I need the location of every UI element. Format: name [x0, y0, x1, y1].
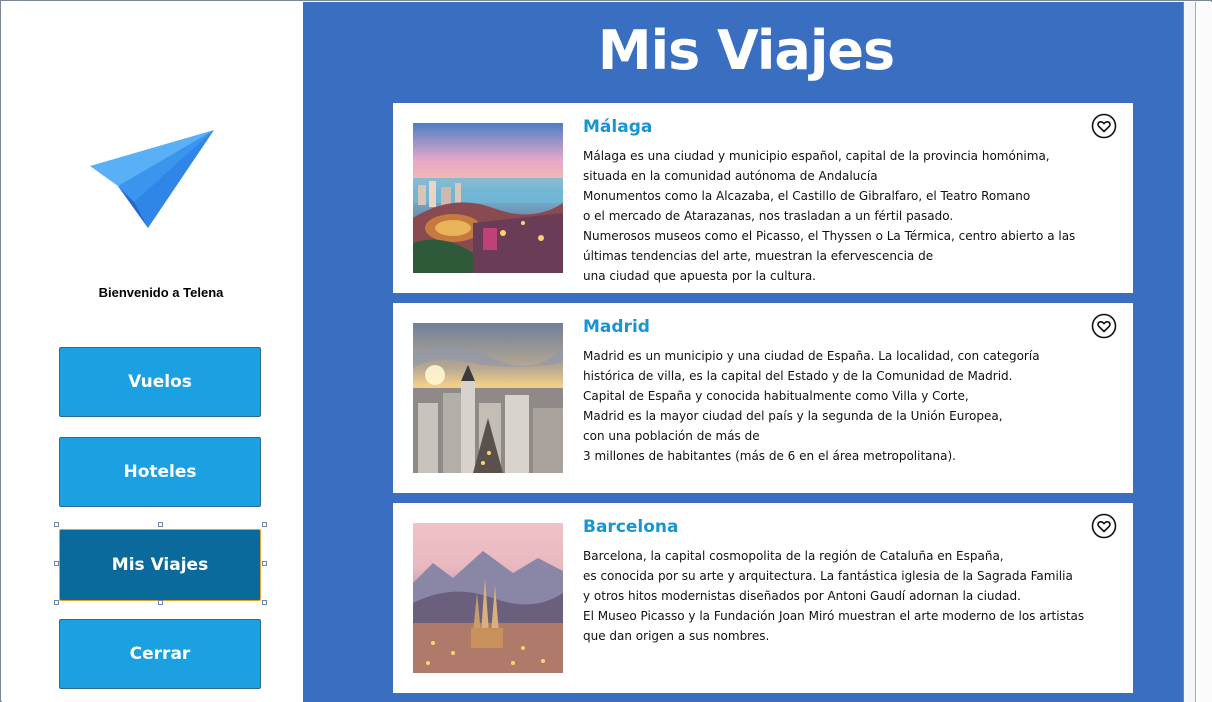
- window-gap: [1183, 2, 1195, 702]
- selection-handle[interactable]: [158, 600, 163, 605]
- description-line: es conocida por su arte y arquitectura. …: [583, 569, 1073, 583]
- cerrar-button[interactable]: Cerrar: [59, 619, 261, 689]
- selection-handle[interactable]: [262, 561, 267, 566]
- hoteles-button[interactable]: Hoteles: [59, 437, 261, 507]
- mis-viajes-button[interactable]: Mis Viajes: [59, 529, 261, 601]
- description-line: Madrid es la mayor ciudad del país y la …: [583, 409, 1003, 423]
- selection-handle[interactable]: [262, 600, 267, 605]
- vuelos-button[interactable]: Vuelos: [59, 347, 261, 417]
- description-line: Málaga es una ciudad y municipio español…: [583, 149, 1050, 163]
- card-title: Málaga: [583, 117, 653, 137]
- madrid-image: [413, 323, 563, 473]
- selection-handle[interactable]: [262, 522, 267, 527]
- heart-icon[interactable]: [1091, 513, 1117, 539]
- description-line: con una población de más de: [583, 429, 760, 443]
- description-line: Capital de España y conocida habitualmen…: [583, 389, 969, 403]
- description-line: 3 millones de habitantes (más de 6 en el…: [583, 449, 956, 463]
- card-description: Barcelona, la capital cosmopolita de la …: [583, 546, 1113, 646]
- card-description: Madrid es un municipio y una ciudad de E…: [583, 346, 1113, 466]
- description-line: últimas tendencias del arte, muestran la…: [583, 249, 934, 263]
- trip-card-malaga: Málaga Málaga es una ciudad y municipio …: [393, 103, 1133, 293]
- description-line: Numerosos museos como el Picasso, el Thy…: [583, 229, 1076, 243]
- trip-card-madrid: Madrid Madrid es un municipio y una ciud…: [393, 303, 1133, 493]
- description-line: El Museo Picasso y la Fundación Joan Mir…: [583, 609, 1085, 623]
- description-line: y otros hitos modernistas diseñados por …: [583, 589, 1021, 603]
- selection-handle[interactable]: [54, 600, 59, 605]
- malaga-image: [413, 123, 563, 273]
- heart-icon[interactable]: [1091, 313, 1117, 339]
- description-line: histórica de villa, es la capital del Es…: [583, 369, 1013, 383]
- app-window: Bienvenido a Telena Vuelos Hoteles Mis V…: [0, 0, 1212, 702]
- description-line: situada en la comunidad autónoma de Anda…: [583, 169, 878, 183]
- card-title: Barcelona: [583, 517, 679, 537]
- card-description: Málaga es una ciudad y municipio español…: [583, 146, 1113, 286]
- paper-plane-icon: [90, 130, 214, 228]
- card-title: Madrid: [583, 317, 650, 337]
- selection-handle[interactable]: [54, 522, 59, 527]
- window-border: [1195, 2, 1212, 702]
- trip-card-barcelona: Barcelona Barcelona, la capital cosmopol…: [393, 503, 1133, 693]
- description-line: Monumentos como la Alcazaba, el Castillo…: [583, 189, 1031, 203]
- selection-handle[interactable]: [158, 522, 163, 527]
- description-line: una ciudad que apuesta por la cultura.: [583, 269, 816, 283]
- description-line: que dan origen a sus nombres.: [583, 629, 770, 643]
- page-title: Mis Viajes: [597, 19, 895, 82]
- heart-icon[interactable]: [1091, 113, 1117, 139]
- description-line: o el mercado de Atarazanas, nos traslada…: [583, 209, 954, 223]
- welcome-text: Bienvenido a Telena: [98, 285, 224, 300]
- description-line: Madrid es un municipio y una ciudad de E…: [583, 349, 1040, 363]
- selection-handle[interactable]: [54, 561, 59, 566]
- barcelona-image: [413, 523, 563, 673]
- description-line: Barcelona, la capital cosmopolita de la …: [583, 549, 1004, 563]
